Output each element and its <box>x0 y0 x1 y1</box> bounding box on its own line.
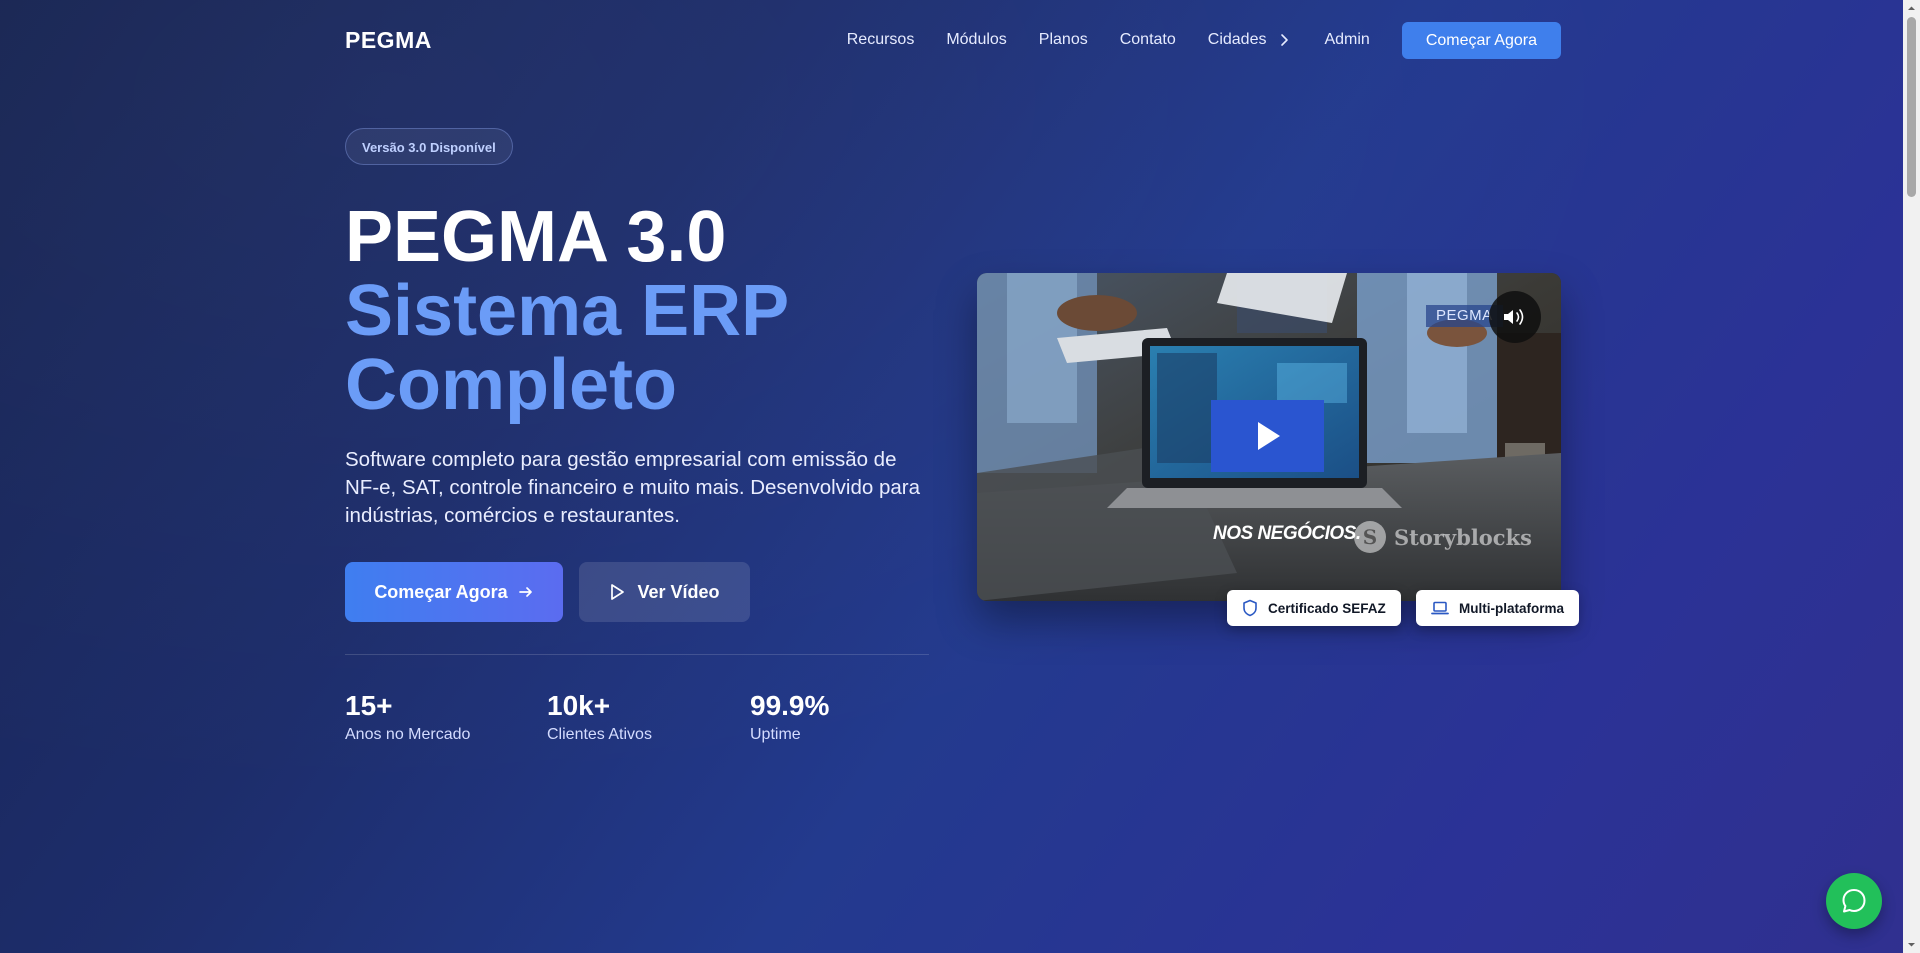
video-play-button[interactable] <box>1211 400 1324 472</box>
whatsapp-chat-button[interactable] <box>1826 873 1882 929</box>
arrow-right-icon <box>518 587 532 597</box>
chevron-right-icon <box>1281 34 1289 46</box>
hero-title: PEGMA 3.0 Sistema ERP Completo <box>345 200 789 422</box>
start-now-button[interactable]: Começar Agora <box>345 562 563 622</box>
chip-label: Multi-plataforma <box>1459 600 1565 616</box>
nav-link-cidades-label: Cidades <box>1207 31 1267 48</box>
volume-button[interactable] <box>1489 291 1541 343</box>
hero-description: Software completo para gestão empresaria… <box>345 448 921 527</box>
nav-link-admin[interactable]: Admin <box>1324 31 1369 49</box>
watch-video-button[interactable]: Ver Vídeo <box>579 562 750 622</box>
stat-clients: 10k+ Clientes Ativos <box>547 690 652 744</box>
sefaz-certified-chip: Certificado SEFAZ <box>1227 590 1401 626</box>
storyblocks-watermark: S Storyblocks <box>1354 521 1532 553</box>
stat-value: 15+ <box>345 690 393 721</box>
nav-links: Recursos Módulos Planos Contato Cidades … <box>847 21 1561 59</box>
nav-cta-button[interactable]: Começar Agora <box>1401 21 1561 59</box>
logo[interactable]: PEGMA <box>345 27 432 54</box>
multi-platform-chip: Multi-plataforma <box>1416 590 1580 626</box>
nav-link-planos[interactable]: Planos <box>1039 31 1088 49</box>
scroll-up-arrow-icon[interactable] <box>1907 4 1916 13</box>
stats-divider <box>345 654 929 655</box>
stat-label: Clientes Ativos <box>547 726 652 743</box>
play-icon <box>1257 422 1280 450</box>
stat-label: Anos no Mercado <box>345 726 471 743</box>
hero-title-line1: PEGMA 3.0 <box>345 197 727 277</box>
storyblocks-logo-icon: S <box>1354 521 1386 553</box>
scrollbar-thumb[interactable] <box>1907 17 1916 197</box>
stat-years: 15+ Anos no Mercado <box>345 690 470 744</box>
nav-link-recursos[interactable]: Recursos <box>847 31 915 49</box>
nav-link-cidades[interactable]: Cidades <box>1208 31 1293 49</box>
scroll-down-arrow-icon[interactable] <box>1907 940 1916 949</box>
video-player[interactable]: PEGMA NOS NEGÓCIOS. S Storyblocks <box>977 273 1561 601</box>
play-icon <box>611 584 625 600</box>
background <box>0 0 1920 953</box>
laptop-icon <box>1431 601 1449 615</box>
stat-uptime: 99.9% Uptime <box>750 690 829 744</box>
volume-icon <box>1504 309 1524 325</box>
shield-icon <box>1243 599 1257 617</box>
stat-label: Uptime <box>750 726 801 743</box>
video-caption: NOS NEGÓCIOS. <box>1213 523 1361 544</box>
version-badge: Versão 3.0 Disponível <box>345 128 513 165</box>
hero-title-line3: Completo <box>345 345 677 425</box>
chat-icon <box>1842 889 1866 913</box>
stat-value: 99.9% <box>750 690 830 721</box>
page-scrollbar[interactable] <box>1903 0 1920 953</box>
hero-title-line2: Sistema ERP <box>345 271 790 351</box>
watch-video-label: Ver Vídeo <box>637 581 720 602</box>
start-now-label: Começar Agora <box>374 581 508 602</box>
chip-label: Certificado SEFAZ <box>1268 600 1386 616</box>
stat-value: 10k+ <box>547 690 611 721</box>
nav-link-modulos[interactable]: Módulos <box>946 31 1006 49</box>
nav-link-contato[interactable]: Contato <box>1120 31 1176 49</box>
top-navbar: PEGMA Recursos Módulos Planos Contato Ci… <box>345 20 1561 60</box>
watermark-text: Storyblocks <box>1394 524 1532 550</box>
